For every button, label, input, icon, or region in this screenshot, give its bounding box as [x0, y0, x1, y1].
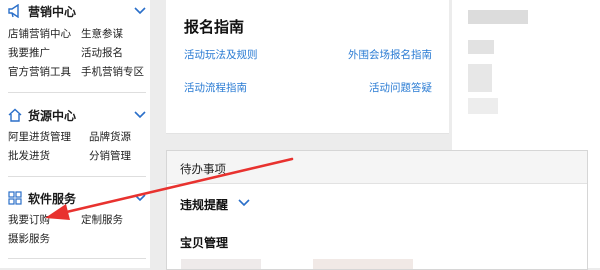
- sidebar-item-custom-service[interactable]: 定制服务: [81, 213, 123, 227]
- sidebar-item-photo-service[interactable]: 摄影服务: [8, 232, 50, 246]
- items-management-title: 宝贝管理: [180, 236, 229, 250]
- sidebar-item-official-tools[interactable]: 官方营销工具: [8, 65, 71, 79]
- chevron-down-icon[interactable]: [238, 199, 250, 207]
- section-software-header[interactable]: 软件服务: [8, 189, 76, 207]
- divider: [8, 176, 146, 177]
- divider: [8, 258, 146, 259]
- sidebar-item-business-advisor[interactable]: 生意参谋: [81, 27, 123, 41]
- megaphone-icon: [8, 4, 19, 18]
- chevron-down-icon[interactable]: [134, 194, 146, 202]
- redacted-block: [468, 40, 494, 54]
- section-title: 营销中心: [28, 4, 77, 19]
- sidebar-item-order[interactable]: 我要订购: [8, 213, 50, 227]
- redacted-block: [468, 98, 498, 114]
- redacted-block: [468, 10, 528, 24]
- todo-card: 待办事项 违规提醒 宝贝管理: [166, 150, 588, 270]
- guide-title: 报名指南: [184, 18, 245, 36]
- sidebar-item-wholesale[interactable]: 批发进货: [8, 149, 50, 163]
- todo-header: 待办事项: [167, 151, 587, 184]
- signup-guide-card: 报名指南 活动玩法及规则 外围会场报名指南 活动流程指南 活动问题答疑: [166, 0, 449, 134]
- link-event-rules[interactable]: 活动玩法及规则: [184, 47, 258, 62]
- redacted-block: [468, 64, 492, 92]
- sidebar-item-mobile-marketing[interactable]: 手机营销专区: [81, 65, 144, 79]
- todo-title: 待办事项: [180, 162, 226, 176]
- link-process-guide[interactable]: 活动流程指南: [184, 80, 247, 95]
- section-marketing-header[interactable]: 营销中心: [8, 2, 76, 20]
- house-icon: [8, 108, 22, 122]
- sidebar-item-distribution[interactable]: 分销管理: [89, 149, 131, 163]
- violation-alert-toggle[interactable]: 违规提醒: [180, 196, 228, 213]
- sidebar-item-promote[interactable]: 我要推广: [8, 46, 50, 60]
- sidebar-item-event-signup[interactable]: 活动报名: [81, 46, 123, 60]
- divider: [8, 92, 146, 93]
- section-sourcing-header[interactable]: 货源中心: [8, 106, 76, 124]
- sidebar-item-ali-purchase[interactable]: 阿里进货管理: [8, 130, 71, 144]
- section-title: 软件服务: [28, 191, 77, 206]
- grid-icon: [8, 191, 22, 205]
- sidebar: 营销中心 店铺营销中心 生意参谋 我要推广 活动报名 官方营销工具 手机营销专区…: [0, 0, 150, 268]
- chevron-down-icon[interactable]: [134, 7, 146, 15]
- section-title: 货源中心: [28, 108, 77, 123]
- link-faq[interactable]: 活动问题答疑: [369, 80, 432, 95]
- chevron-down-icon[interactable]: [134, 111, 146, 119]
- link-venue-signup-guide[interactable]: 外围会场报名指南: [348, 47, 432, 62]
- sidebar-item-store-marketing[interactable]: 店铺营销中心: [8, 27, 71, 41]
- sidebar-item-brand-source[interactable]: 品牌货源: [89, 130, 131, 144]
